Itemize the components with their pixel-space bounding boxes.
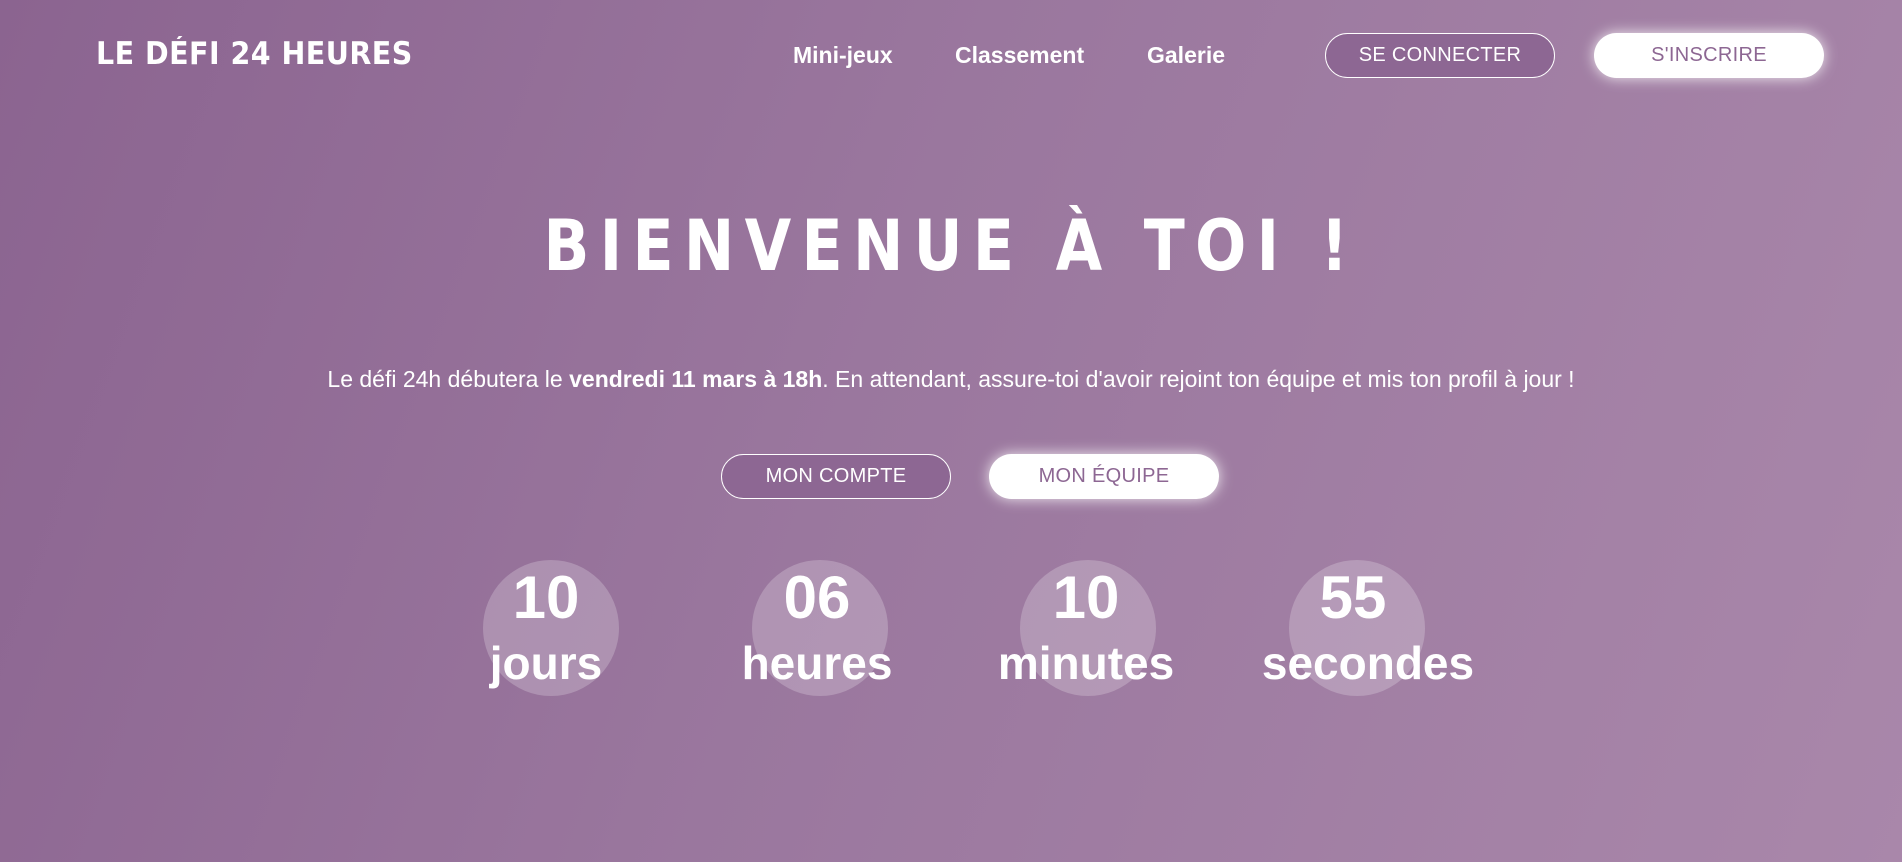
countdown-hours: 06 heures: [697, 560, 937, 700]
countdown-seconds: 55 secondes: [1248, 560, 1488, 700]
nav-link-galerie[interactable]: Galerie: [1147, 42, 1225, 69]
countdown-seconds-value: 55: [1319, 564, 1387, 631]
page-title: BIENVENUE À TOI !: [543, 205, 1359, 287]
nav-link-mini-jeux[interactable]: Mini-jeux: [793, 42, 893, 69]
my-team-button[interactable]: MON ÉQUIPE: [989, 454, 1219, 499]
countdown-hours-value: 06: [783, 564, 851, 631]
countdown-minutes: 10 minutes: [966, 560, 1206, 700]
nav-link-classement[interactable]: Classement: [955, 42, 1084, 69]
countdown-days-label: jours: [489, 637, 603, 689]
countdown-hours-label: heures: [741, 637, 893, 689]
login-button[interactable]: SE CONNECTER: [1325, 33, 1555, 78]
my-account-button[interactable]: MON COMPTE: [721, 454, 951, 499]
countdown-minutes-label: minutes: [997, 637, 1175, 689]
countdown-days: 10 jours: [426, 560, 666, 700]
site-header: LE DÉFI 24 HEURES Mini-jeux Classement G…: [0, 0, 1902, 110]
intro-date: vendredi 11 mars à 18h: [569, 366, 823, 392]
intro-text-start: Le défi 24h débutera le: [327, 366, 570, 392]
countdown-days-value: 10: [512, 564, 580, 631]
intro-text: Le défi 24h débutera le vendredi 11 mars…: [0, 366, 1902, 393]
signup-button[interactable]: S'INSCRIRE: [1594, 33, 1824, 78]
site-logo[interactable]: LE DÉFI 24 HEURES: [96, 36, 413, 72]
countdown-seconds-label: secondes: [1261, 637, 1475, 689]
intro-text-end: . En attendant, assure-toi d'avoir rejoi…: [822, 366, 1575, 392]
countdown-minutes-value: 10: [1052, 564, 1120, 631]
